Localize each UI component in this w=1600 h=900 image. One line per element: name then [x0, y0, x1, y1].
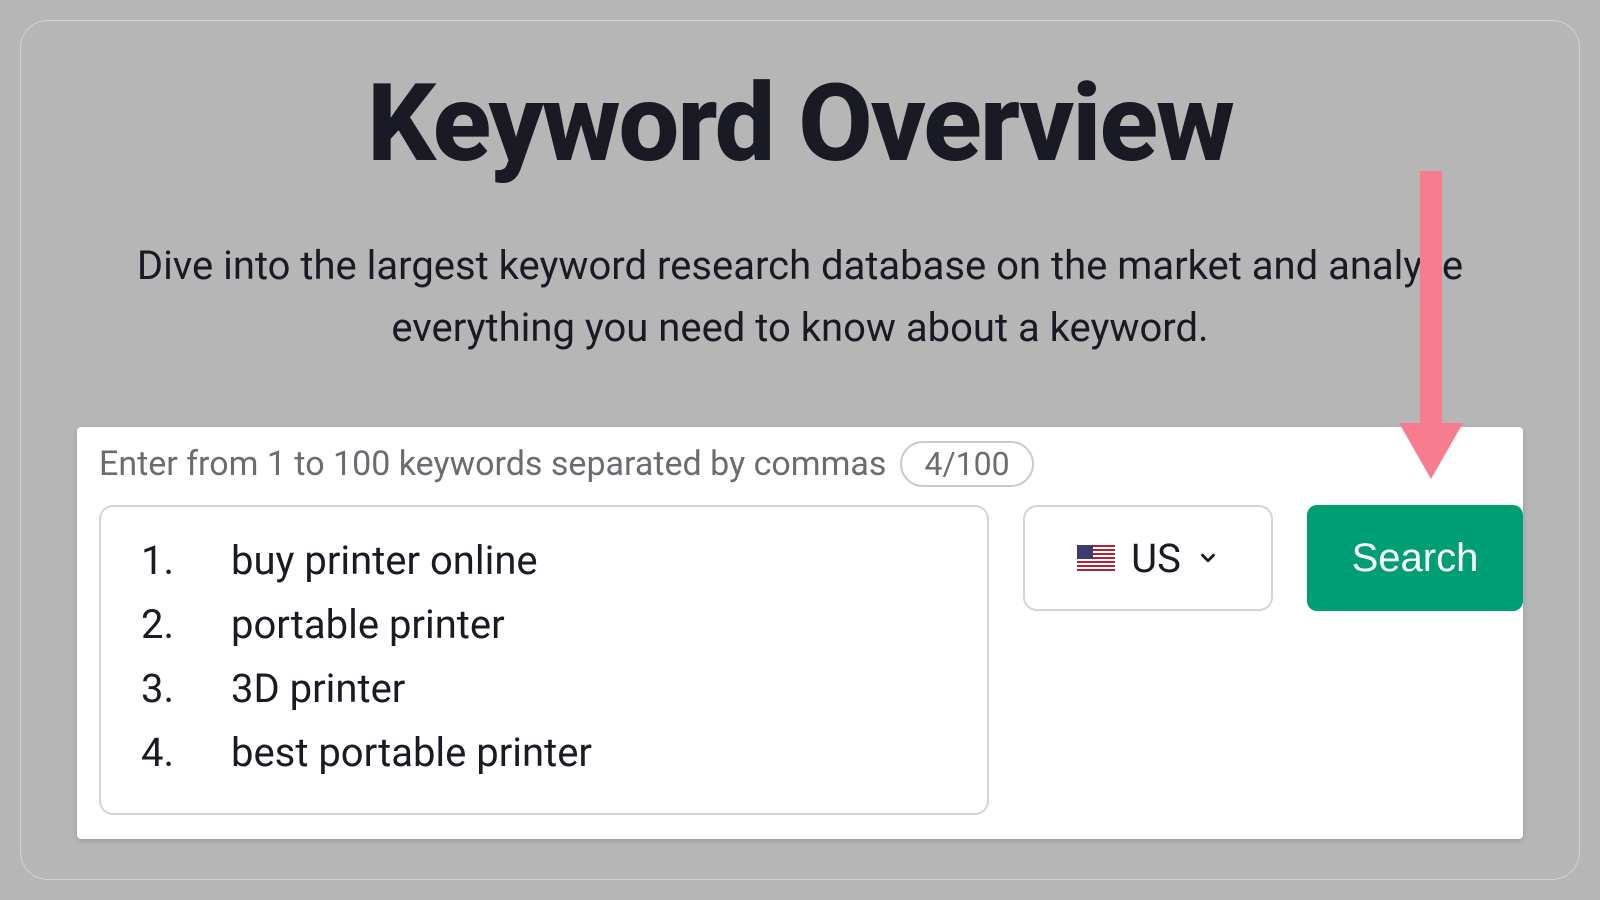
keyword-line: 2. portable printer — [131, 593, 957, 657]
keyword-overview-panel: Keyword Overview Dive into the largest k… — [20, 20, 1580, 880]
header-area: Keyword Overview Dive into the largest k… — [21, 21, 1579, 359]
helper-row: Enter from 1 to 100 keywords separated b… — [99, 441, 1501, 487]
keyword-text: best portable printer — [231, 721, 592, 785]
helper-text: Enter from 1 to 100 keywords separated b… — [99, 444, 886, 484]
country-select[interactable]: US — [1023, 505, 1273, 611]
keyword-text: buy printer online — [231, 529, 538, 593]
keyword-count-badge: 4/100 — [900, 441, 1033, 487]
keyword-line: 4. best portable printer — [131, 721, 957, 785]
keyword-index: 4. — [131, 721, 231, 785]
page-title: Keyword Overview — [21, 61, 1579, 187]
keyword-line: 3. 3D printer — [131, 657, 957, 721]
input-row: 1. buy printer online 2. portable printe… — [99, 505, 1501, 815]
keyword-text: portable printer — [231, 593, 505, 657]
keyword-index: 3. — [131, 657, 231, 721]
keyword-index: 1. — [131, 529, 231, 593]
keyword-input[interactable]: 1. buy printer online 2. portable printe… — [99, 505, 989, 815]
page-subtitle: Dive into the largest keyword research d… — [21, 235, 1579, 359]
keyword-index: 2. — [131, 593, 231, 657]
country-label: US — [1131, 535, 1181, 582]
keyword-text: 3D printer — [231, 657, 405, 721]
chevron-down-icon — [1197, 547, 1219, 569]
search-button[interactable]: Search — [1307, 505, 1523, 611]
keyword-line: 1. buy printer online — [131, 529, 957, 593]
search-card: Enter from 1 to 100 keywords separated b… — [77, 427, 1523, 839]
us-flag-icon — [1077, 545, 1115, 571]
